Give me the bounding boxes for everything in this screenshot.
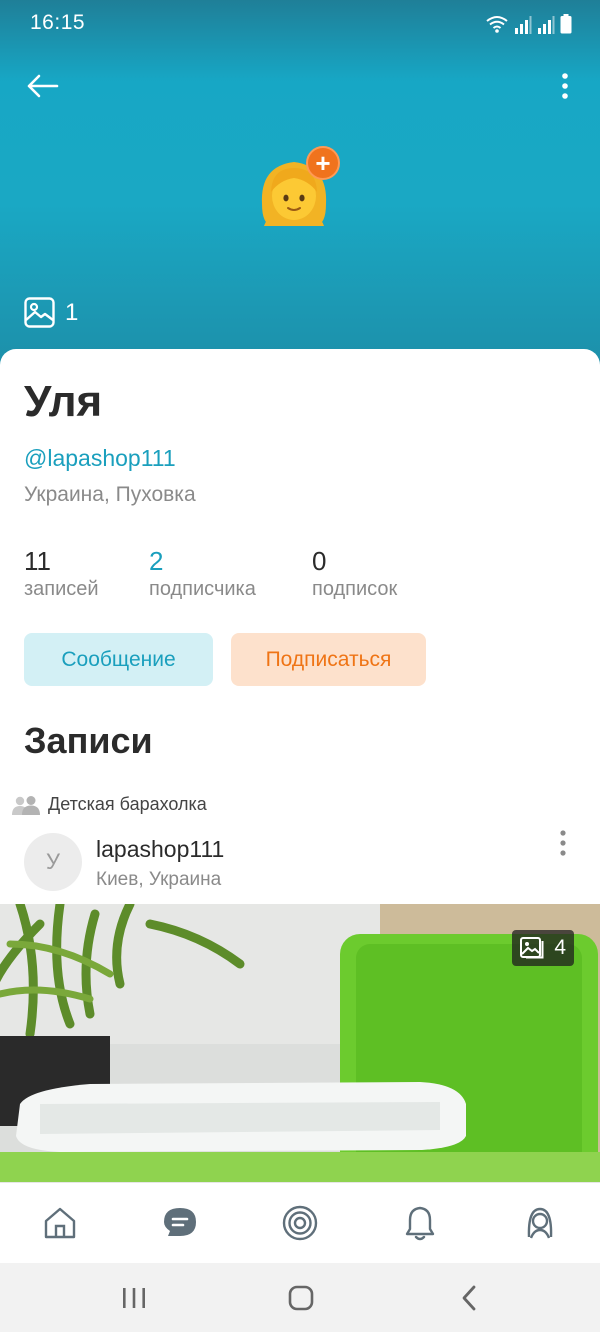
more-vertical-icon [562,73,568,99]
gallery-icon [520,937,544,959]
target-icon [282,1205,318,1241]
system-back-button[interactable] [449,1281,489,1315]
home-square-icon [288,1285,314,1311]
arrow-left-icon [27,74,59,98]
status-bar: 16:15 [0,0,600,46]
recent-apps-button[interactable] [114,1281,154,1315]
stat-following-value: 0 [312,546,327,576]
post-location: Киев, Украина [96,869,222,890]
home-button[interactable] [281,1281,321,1315]
nav-messages[interactable] [160,1203,200,1243]
signal-icon-2 [538,16,555,34]
stat-posts[interactable]: 11 записей [24,546,99,601]
stat-posts-label: записей [24,578,99,600]
profile-name: Уля [24,377,103,426]
back-button[interactable] [22,66,62,106]
profile-card [0,349,600,909]
post-more-button[interactable] [548,828,578,858]
photo-count-value: 1 [65,298,79,326]
post-group-name: Детская барахолка [48,794,207,814]
wifi-icon [486,16,508,33]
image-icon [24,297,55,328]
profile-icon [527,1207,553,1239]
more-options-button[interactable] [550,66,580,106]
add-photo-badge[interactable]: + [306,146,340,180]
profile-handle[interactable]: @lapashop111 [24,445,176,472]
add-badge-label: + [315,148,331,178]
status-icons [485,12,572,34]
image-count-value: 4 [554,936,566,959]
nav-notifications[interactable] [400,1203,440,1243]
posts-section-title: Записи [24,720,153,761]
post-author-avatar[interactable]: У [24,833,82,891]
photo-count[interactable]: 1 [24,297,78,328]
nav-discover[interactable] [280,1203,320,1243]
post-group[interactable]: Детская барахолка [12,794,207,815]
nav-home[interactable] [40,1203,80,1243]
stat-followers-value: 2 [149,546,164,576]
stat-followers[interactable]: 2 подписчика [149,546,256,601]
stat-following-label: подписок [312,578,398,600]
profile-location: Украина, Пуховка [24,483,196,506]
signal-icon [515,16,532,34]
stat-following[interactable]: 0 подписок [312,546,397,601]
subscribe-button[interactable]: Подписаться [231,633,426,686]
bell-icon [405,1206,435,1241]
post-avatar-letter: У [46,849,60,874]
stat-followers-label: подписчика [149,578,256,600]
post-image[interactable]: 4 [0,904,600,1182]
image-count-badge: 4 [512,930,574,966]
recent-apps-icon [123,1288,145,1308]
more-vertical-icon [560,830,566,856]
group-icon [12,795,40,815]
battery-icon [560,14,572,34]
nav-profile[interactable] [520,1203,560,1243]
post-photo-highchair [0,904,600,1182]
stat-posts-value: 11 [24,546,51,576]
message-button[interactable]: Сообщение [24,633,213,686]
home-icon [44,1207,76,1239]
profile-header: 16:15 + 1 [0,0,600,370]
chat-icon [164,1208,196,1236]
status-time: 16:15 [30,11,86,34]
profile-avatar[interactable]: + [256,146,346,228]
system-nav-bar [0,1263,600,1332]
post-author-name[interactable]: lapashop111 [96,836,224,863]
chevron-left-icon [462,1285,476,1311]
bottom-nav [0,1182,600,1263]
